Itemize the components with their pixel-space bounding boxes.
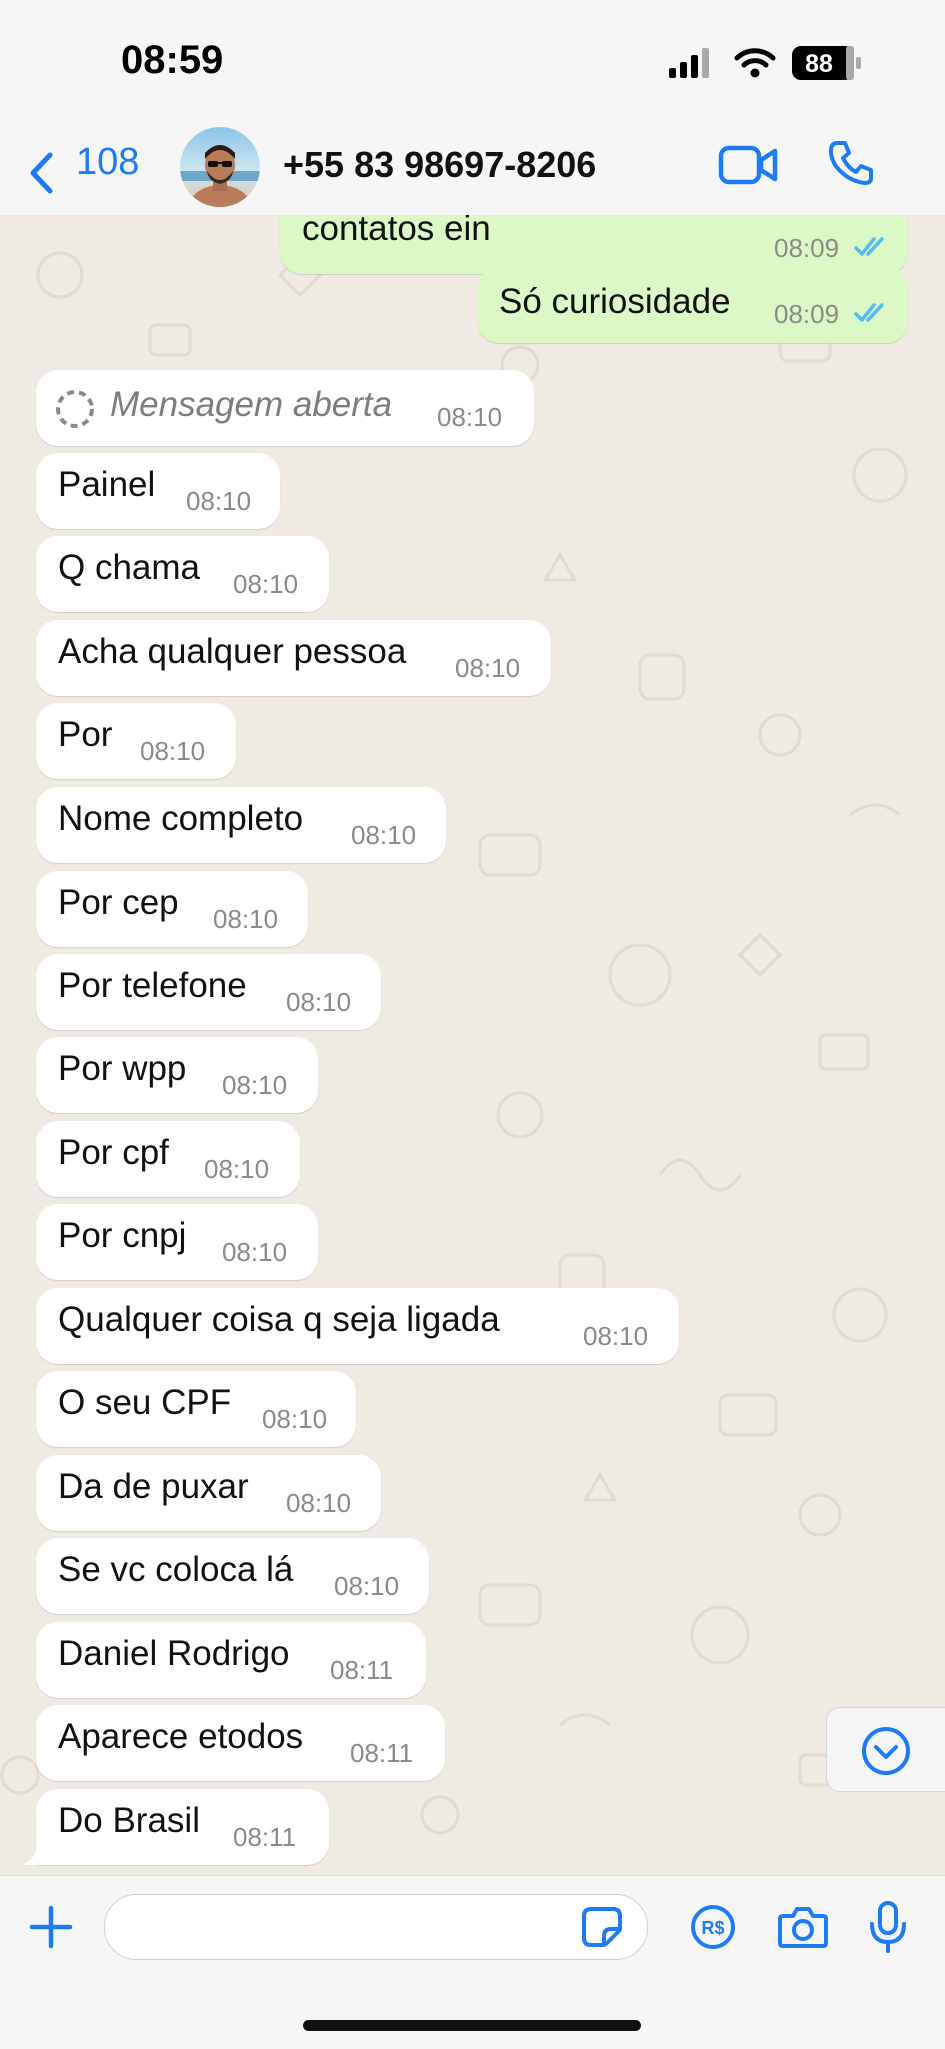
video-call-icon[interactable] [718, 144, 778, 186]
home-indicator [303, 2020, 641, 2031]
chevron-down-icon [862, 1727, 910, 1775]
message-text: Qualquer coisa q seja ligada [58, 1300, 500, 1339]
status-time: 08:59 [121, 38, 224, 82]
message-time: 08:10 [351, 820, 417, 850]
message-time: 08:10 [583, 1321, 649, 1351]
read-receipt-icon [854, 303, 884, 322]
message-outgoing[interactable]: contatos ein 08:09 [280, 215, 908, 274]
payment-icon[interactable]: R$ [690, 1904, 736, 1950]
message-incoming[interactable]: Se vc coloca lá 08:10 [36, 1538, 429, 1614]
message-incoming[interactable]: Por wpp 08:10 [36, 1037, 318, 1113]
composer: R$ [0, 1875, 945, 2049]
cellular-signal-icon [669, 48, 709, 78]
message-text: Nome completo [58, 799, 304, 838]
message-incoming[interactable]: Aparece etodos 08:11 [36, 1705, 445, 1781]
plus-icon[interactable] [29, 1905, 73, 1949]
unread-count: 108 [76, 141, 140, 183]
chevron-left-icon [30, 152, 53, 194]
message-incoming[interactable]: Painel 08:10 [36, 453, 280, 529]
message-text: contatos ein [302, 215, 491, 248]
battery-level: 88 [805, 50, 833, 78]
message-text: Acha qualquer pessoa [58, 632, 407, 671]
message-text: Se vc coloca lá [58, 1550, 294, 1589]
contact-name[interactable]: +55 83 98697-8206 [283, 144, 596, 186]
message-time: 08:11 [350, 1738, 414, 1768]
message-incoming[interactable]: Por 08:10 [36, 703, 236, 779]
message-text: Q chama [58, 548, 200, 587]
message-time: 08:09 [774, 299, 840, 329]
camera-icon[interactable] [778, 1906, 828, 1948]
message-time: 08:10 [140, 736, 206, 766]
message-text: Só curiosidade [499, 282, 731, 321]
message-time: 08:10 [222, 1070, 288, 1100]
avatar[interactable] [180, 127, 260, 207]
message-time: 08:10 [233, 569, 299, 599]
bubble-tail [22, 1845, 46, 1865]
message-incoming[interactable]: Por cpf 08:10 [36, 1121, 300, 1197]
message-text: Por cnpj [58, 1216, 187, 1255]
message-time: 08:10 [437, 402, 503, 432]
message-text: Aparece etodos [58, 1717, 304, 1756]
message-time: 08:10 [286, 1488, 352, 1518]
message-time: 08:10 [186, 486, 252, 516]
message-incoming[interactable]: Por cep 08:10 [36, 871, 308, 947]
message-text: Por wpp [58, 1049, 187, 1088]
message-incoming[interactable]: Nome completo 08:10 [36, 787, 446, 863]
message-text: Daniel Rodrigo [58, 1634, 290, 1673]
message-time: 08:10 [222, 1237, 288, 1267]
message-text: Mensagem aberta [110, 385, 393, 424]
message-input[interactable] [104, 1894, 648, 1960]
scroll-to-bottom-button[interactable] [826, 1707, 945, 1792]
wifi-icon [734, 48, 776, 78]
payment-currency-label: R$ [701, 1918, 724, 1938]
message-incoming[interactable]: O seu CPF 08:10 [36, 1371, 356, 1447]
message-time: 08:11 [330, 1655, 394, 1685]
sticker-icon[interactable] [581, 1906, 623, 1948]
message-text: Por cpf [58, 1133, 169, 1172]
status-bar: 08:59 88 [0, 0, 945, 125]
message-time: 08:11 [233, 1822, 297, 1852]
message-time: 08:10 [334, 1571, 400, 1601]
message-incoming[interactable]: Da de puxar 08:10 [36, 1455, 381, 1531]
message-time: 08:10 [262, 1404, 328, 1434]
message-time: 08:10 [455, 653, 521, 683]
message-outgoing[interactable]: Só curiosidade 08:09 [477, 267, 908, 343]
phone-icon[interactable] [827, 139, 875, 187]
message-text: Da de puxar [58, 1467, 249, 1506]
message-incoming[interactable]: Q chama 08:10 [36, 536, 329, 612]
message-view-once-opened[interactable]: Mensagem aberta 08:10 [36, 370, 534, 446]
chat-area[interactable]: contatos ein 08:09 Só curiosidade 08:09 … [0, 215, 945, 1875]
message-time: 08:10 [204, 1154, 270, 1184]
message-time: 08:10 [213, 904, 279, 934]
back-button[interactable]: 108 [20, 135, 150, 201]
message-text: Painel [58, 465, 156, 504]
view-once-icon [56, 390, 94, 428]
chat-header: 108 +55 83 98697-8206 [0, 125, 945, 215]
read-receipt-icon [854, 237, 884, 256]
message-incoming[interactable]: Qualquer coisa q seja ligada 08:10 [36, 1288, 679, 1364]
battery-icon: 88 [792, 46, 861, 80]
message-incoming[interactable]: Do Brasil 08:11 [36, 1789, 329, 1865]
message-text: Por [58, 715, 113, 754]
message-time: 08:10 [286, 987, 352, 1017]
message-incoming[interactable]: Daniel Rodrigo 08:11 [36, 1622, 426, 1698]
message-incoming[interactable]: Por cnpj 08:10 [36, 1204, 318, 1280]
message-incoming[interactable]: Acha qualquer pessoa 08:10 [36, 620, 551, 696]
message-text: Por telefone [58, 966, 247, 1005]
message-text: Do Brasil [58, 1801, 200, 1840]
message-incoming[interactable]: Por telefone 08:10 [36, 954, 381, 1030]
message-time: 08:09 [774, 233, 840, 263]
microphone-icon[interactable] [868, 1900, 908, 1954]
message-text: O seu CPF [58, 1383, 232, 1422]
message-text: Por cep [58, 883, 179, 922]
